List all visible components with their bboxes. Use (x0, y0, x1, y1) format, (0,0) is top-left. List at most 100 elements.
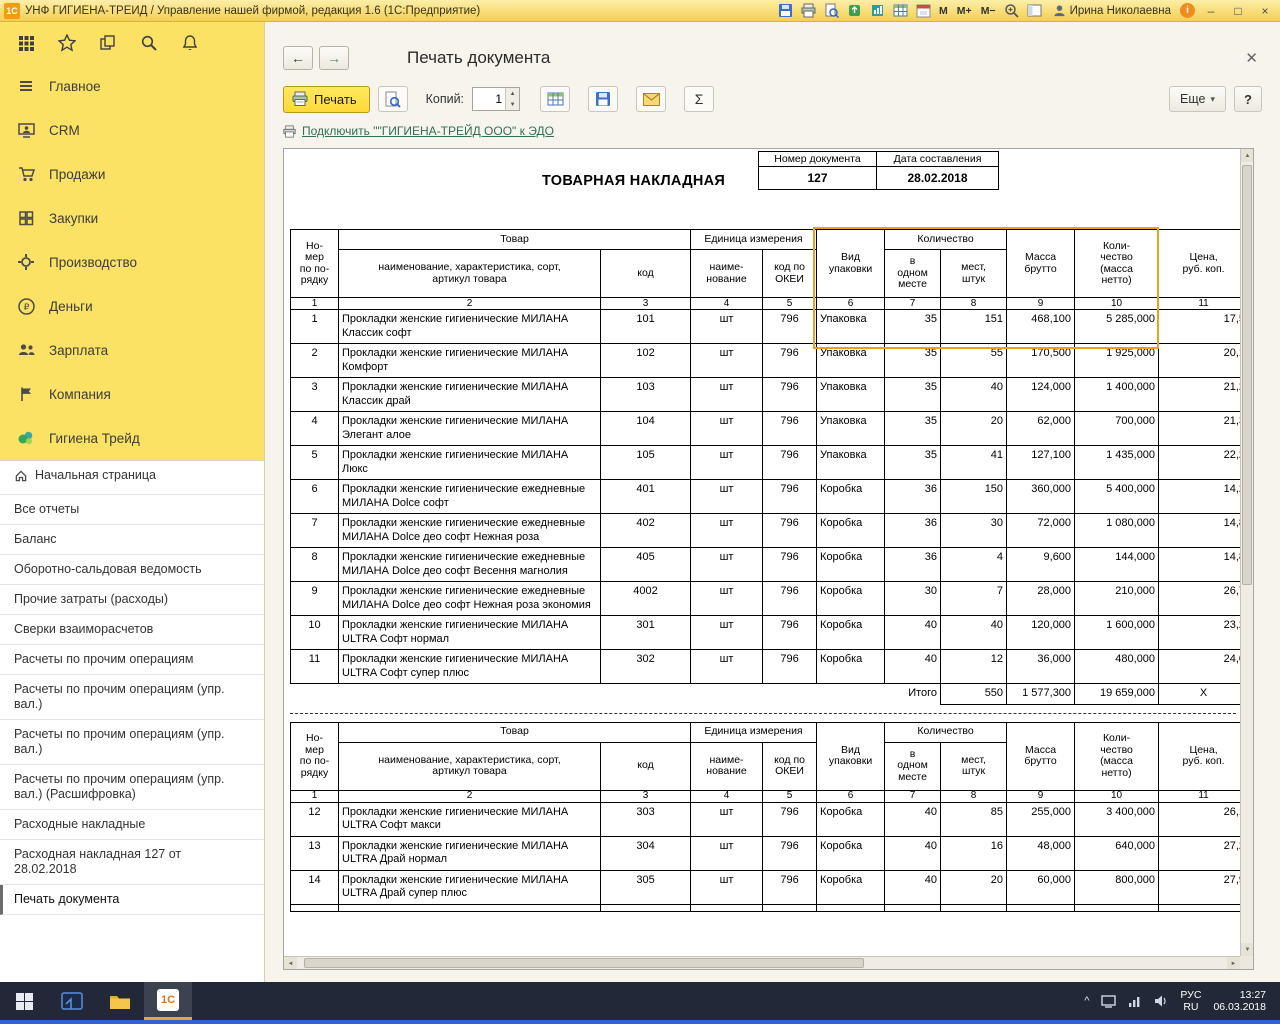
cell-gross[interactable]: 255,000 (1007, 802, 1075, 836)
nav-item-expense-invoice-127[interactable]: Расходная накладная 127 от 28.02.2018 (0, 840, 264, 885)
cell-pack[interactable]: Коробка (817, 514, 885, 548)
nav-item-settlements-mval-2[interactable]: Расчеты по прочим операциям (упр. вал.) (0, 720, 264, 765)
cell-per_place[interactable]: 35 (885, 446, 941, 480)
cell-unit[interactable]: шт (691, 344, 763, 378)
table-icon[interactable] (891, 2, 909, 20)
memory-minus-button[interactable]: М− (979, 5, 998, 17)
cell-per_place[interactable] (885, 904, 941, 911)
more-button[interactable]: Еще ▾ (1169, 86, 1226, 112)
cell-price[interactable]: 14,2 (1159, 480, 1240, 514)
cell-gross[interactable]: 28,000 (1007, 582, 1075, 616)
cell-places[interactable]: 41 (941, 446, 1007, 480)
cell-code[interactable]: 101 (601, 310, 691, 344)
cell-code[interactable]: 103 (601, 378, 691, 412)
col-header-net[interactable]: Коли- чество (масса нетто) (1075, 230, 1159, 298)
cell-gross[interactable]: 170,500 (1007, 344, 1075, 378)
col-header-name[interactable]: наименование, характеристика, сорт, арти… (339, 250, 601, 298)
cell-gross[interactable]: 120,000 (1007, 616, 1075, 650)
cell-net[interactable]: 1 080,000 (1075, 514, 1159, 548)
nav-item-other-expenses[interactable]: Прочие затраты (расходы) (0, 585, 264, 615)
scroll-down-icon[interactable]: ▼ (1241, 943, 1254, 956)
cell-price[interactable]: 26,7 (1159, 582, 1240, 616)
nav-item-settlements-mval-1[interactable]: Расчеты по прочим операциям (упр. вал.) (0, 675, 264, 720)
cell-price[interactable]: 21,2 (1159, 378, 1240, 412)
col-header-price[interactable]: Цена, руб. коп. (1159, 230, 1240, 298)
cell-n[interactable]: 13 (291, 836, 339, 870)
cell-per_place[interactable]: 40 (885, 650, 941, 684)
copies-input[interactable] (473, 88, 505, 110)
goods-table-page1[interactable]: Но- мер по по- рядку Товар Единица измер… (290, 229, 1240, 705)
panels-icon[interactable] (1026, 2, 1044, 20)
scroll-right-icon[interactable]: ► (1227, 957, 1240, 970)
cell-pack[interactable]: Коробка (817, 616, 885, 650)
cell-price[interactable]: 27,9 (1159, 870, 1240, 904)
cell-code[interactable]: 305 (601, 870, 691, 904)
cell-okei[interactable]: 796 (763, 836, 817, 870)
cell-n[interactable]: 1 (291, 310, 339, 344)
col-header-gross[interactable]: Масса брутто (1007, 230, 1075, 298)
spin-up-icon[interactable]: ▲ (506, 88, 519, 99)
cell-n[interactable]: 3 (291, 378, 339, 412)
cell-name[interactable]: Прокладки женские гигиенические МИЛАНА К… (339, 310, 601, 344)
cell-gross[interactable]: 72,000 (1007, 514, 1075, 548)
report-icon[interactable] (868, 2, 886, 20)
totals-price[interactable]: X (1159, 684, 1240, 705)
cell-name[interactable]: Прокладки женские гигиенические ежедневн… (339, 548, 601, 582)
edo-link[interactable]: Подключить ""ГИГИЕНА-ТРЕЙД ООО" к ЭДО (302, 124, 554, 138)
cell-n[interactable]: 5 (291, 446, 339, 480)
sidebar-item-company[interactable]: Компания (0, 372, 264, 416)
cell-pack[interactable]: Коробка (817, 870, 885, 904)
cell-gross[interactable] (1007, 904, 1075, 911)
cell-pack[interactable]: Коробка (817, 802, 885, 836)
cell-net[interactable]: 144,000 (1075, 548, 1159, 582)
cell-name[interactable]: Прокладки женские гигиенические ежедневн… (339, 514, 601, 548)
cell-unit[interactable]: шт (691, 480, 763, 514)
minimize-button[interactable]: – (1200, 2, 1222, 20)
cell-code[interactable]: 105 (601, 446, 691, 480)
cell-unit[interactable]: шт (691, 870, 763, 904)
cell-gross[interactable]: 60,000 (1007, 870, 1075, 904)
cell-n[interactable]: 6 (291, 480, 339, 514)
sidebar-item-main[interactable]: Главное (0, 64, 264, 108)
cell-code[interactable]: 4002 (601, 582, 691, 616)
vertical-scroll-thumb[interactable] (1242, 165, 1252, 585)
cell-places[interactable]: 40 (941, 616, 1007, 650)
cell-code[interactable]: 302 (601, 650, 691, 684)
cell-net[interactable]: 3 400,000 (1075, 802, 1159, 836)
tray-display-icon[interactable] (1101, 995, 1116, 1008)
cell-net[interactable]: 640,000 (1075, 836, 1159, 870)
cell-per_place[interactable]: 35 (885, 412, 941, 446)
save-icon[interactable] (776, 2, 794, 20)
cell-gross[interactable]: 468,100 (1007, 310, 1075, 344)
cell-n[interactable]: 9 (291, 582, 339, 616)
col-header-unit[interactable]: Единица измерения (691, 230, 817, 250)
cell-places[interactable]: 30 (941, 514, 1007, 548)
save-document-button[interactable] (588, 86, 618, 112)
sidebar-item-purchases[interactable]: Закупки (0, 196, 264, 240)
cell-okei[interactable]: 796 (763, 310, 817, 344)
notifications-bell-icon[interactable] (180, 33, 200, 53)
scroll-left-icon[interactable]: ◄ (284, 957, 297, 970)
cell-pack[interactable]: Коробка (817, 650, 885, 684)
cell-price[interactable]: 14,8 (1159, 514, 1240, 548)
cell-net[interactable]: 210,000 (1075, 582, 1159, 616)
cell-pack[interactable] (817, 904, 885, 911)
cell-gross[interactable]: 48,000 (1007, 836, 1075, 870)
cell-places[interactable]: 20 (941, 412, 1007, 446)
cell-pack[interactable]: Упаковка (817, 412, 885, 446)
cell-okei[interactable]: 796 (763, 344, 817, 378)
sum-button[interactable]: Σ (684, 86, 714, 112)
cell-okei[interactable]: 796 (763, 480, 817, 514)
cell-n[interactable]: 7 (291, 514, 339, 548)
send-email-button[interactable] (636, 86, 666, 112)
cell-unit[interactable]: шт (691, 836, 763, 870)
cell-net[interactable]: 5 285,000 (1075, 310, 1159, 344)
col-header-code[interactable]: код (601, 250, 691, 298)
maximize-button[interactable]: □ (1227, 2, 1249, 20)
cell-places[interactable]: 40 (941, 378, 1007, 412)
taskbar-clock[interactable]: 13:27 06.03.2018 (1213, 989, 1270, 1013)
cell-okei[interactable]: 796 (763, 514, 817, 548)
cell-n[interactable]: 11 (291, 650, 339, 684)
cell-per_place[interactable]: 35 (885, 310, 941, 344)
cell-unit[interactable]: шт (691, 514, 763, 548)
